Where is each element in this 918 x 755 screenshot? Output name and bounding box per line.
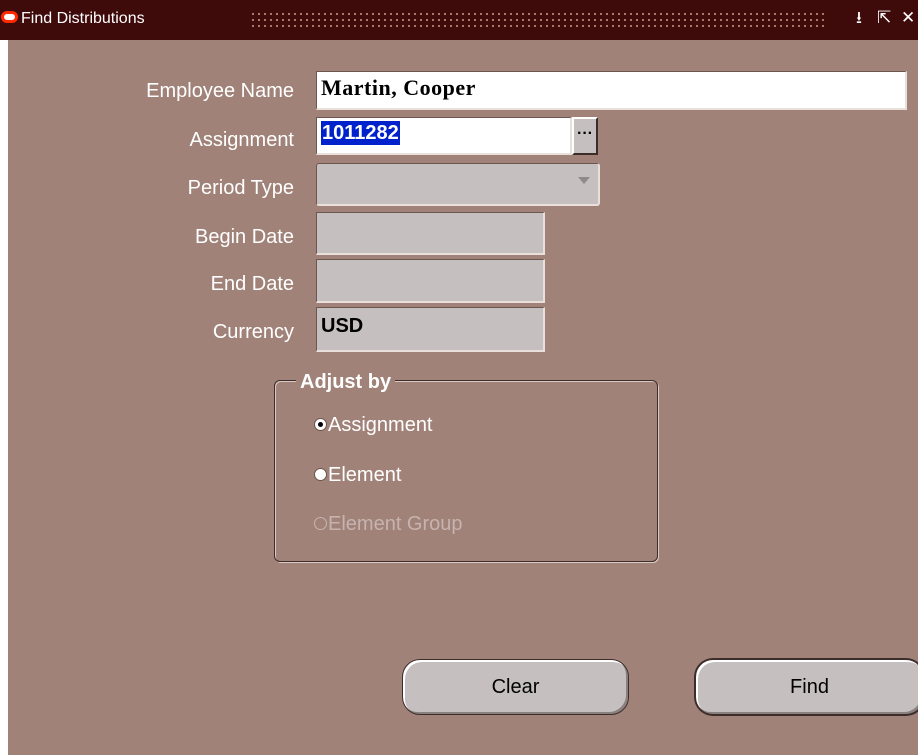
end-date-label: End Date (210, 273, 294, 295)
adjust-by-assignment-label: Assignment (328, 414, 433, 436)
assignment-value: 1011282 (321, 121, 400, 145)
adjust-by-element-group-label: Element Group (328, 513, 463, 535)
end-date-field[interactable] (316, 259, 545, 303)
oracle-logo-icon (1, 11, 18, 23)
adjust-by-title: Adjust by (296, 370, 396, 394)
period-type-dropdown[interactable] (316, 163, 600, 206)
assignment-label: Assignment (189, 129, 295, 151)
close-icon[interactable]: ✕ (901, 8, 915, 28)
radio-selected-icon[interactable] (314, 418, 327, 431)
adjust-by-element-label: Element (328, 464, 402, 486)
chevron-down-icon[interactable] (578, 177, 590, 184)
currency-value: USD (321, 315, 364, 337)
employee-name-field[interactable]: Martin, Cooper (316, 71, 907, 110)
title-bar[interactable]: Find Distributions ⭳ ⇱ ✕ (0, 0, 918, 40)
title-bar-grip (250, 11, 825, 27)
employee-name-label: Employee Name (146, 80, 294, 102)
assignment-list-of-values-button[interactable]: ··· (572, 117, 598, 155)
clear-button[interactable]: Clear (402, 659, 629, 715)
begin-date-field[interactable] (316, 212, 545, 255)
minimize-icon[interactable]: ⭳ (856, 8, 862, 28)
employee-name-value: Martin, Cooper (321, 75, 476, 100)
window-title: Find Distributions (21, 10, 145, 27)
radio-disabled-icon (314, 517, 327, 530)
find-distributions-window: Find Distributions ⭳ ⇱ ✕ Employee Name M… (0, 0, 918, 755)
begin-date-label: Begin Date (195, 226, 294, 248)
currency-label: Currency (212, 321, 294, 343)
find-button[interactable]: Find (695, 659, 918, 715)
assignment-field[interactable]: 1011282 (316, 117, 572, 155)
radio-unselected-icon[interactable] (314, 468, 327, 481)
period-type-label: Period Type (187, 177, 294, 199)
currency-field: USD (316, 307, 545, 352)
maximize-icon[interactable]: ⇱ (877, 8, 891, 28)
